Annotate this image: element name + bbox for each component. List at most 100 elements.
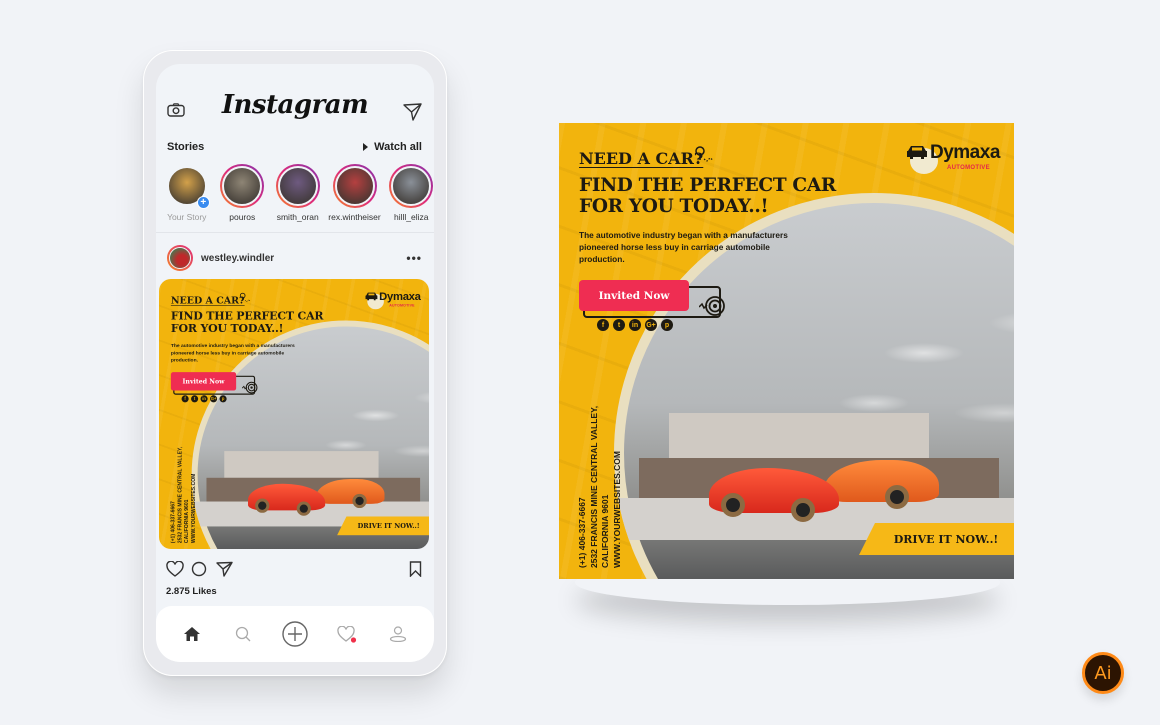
- description: The automotive industry began with a man…: [170, 342, 295, 363]
- story-name: smith_oran: [276, 212, 319, 222]
- story-name: pouros: [229, 212, 256, 222]
- app-logo: Instagram: [221, 90, 369, 120]
- headline: FIND THE PERFECT CAR FOR YOU TODAY..!: [170, 310, 324, 335]
- more-options-icon[interactable]: •••: [406, 251, 422, 265]
- story-name: rex.wintheiser: [328, 212, 381, 222]
- divider: [156, 232, 434, 233]
- share-icon[interactable]: [216, 561, 233, 577]
- target-icon: [242, 381, 258, 394]
- wheel: [352, 493, 367, 509]
- wheel: [255, 498, 270, 513]
- story-item[interactable]: rex.wintheiser: [328, 164, 381, 222]
- tab-profile[interactable]: [385, 621, 411, 647]
- location-pin-icon: [239, 292, 251, 303]
- contact-phone: (+1) 406-337-6667: [577, 497, 587, 568]
- drive-it-now-banner: DRIVE IT NOW..!: [337, 516, 429, 536]
- add-icon: [282, 621, 308, 647]
- social-icon[interactable]: f: [597, 319, 609, 331]
- headline-line-2: FOR YOU TODAY..!: [579, 196, 769, 217]
- story-name: hilll_eliza: [394, 212, 429, 222]
- social-post-design: NEED A CAR? FIND THE PERFECT CAR FOR YOU…: [559, 123, 1014, 579]
- headline: FIND THE PERFECT CAR FOR YOU TODAY..!: [579, 175, 836, 217]
- post-actions: [166, 560, 422, 578]
- orange-car: [316, 478, 385, 504]
- bookmark-icon[interactable]: [409, 561, 422, 577]
- headline-line-1: FIND THE PERFECT CAR: [579, 175, 836, 196]
- need-a-car-heading: NEED A CAR?: [579, 149, 704, 168]
- social-icon[interactable]: G+: [210, 395, 218, 403]
- stories-header: Stories Watch all: [167, 141, 422, 153]
- stories-row: + Your Story pouros smith_oran rex.wintheise…: [164, 164, 434, 222]
- brand-subtitle: AUTOMOTIVE: [389, 303, 415, 308]
- play-icon: [363, 143, 369, 151]
- contact-address-line2: CALIFORNIA 9601: [183, 499, 190, 544]
- brand-name: Dymaxa: [379, 290, 421, 303]
- invited-now-button[interactable]: Invited Now: [170, 372, 237, 391]
- contact-website: WWW.YOURWEBSITES.COM: [611, 451, 622, 568]
- social-icons: f t in G+ p: [597, 319, 673, 331]
- story-ring: [332, 164, 377, 208]
- illustrator-badge: Ai: [1082, 652, 1124, 694]
- likes-count: 2.875 Likes: [166, 586, 217, 597]
- story-item[interactable]: hilll_eliza: [389, 164, 435, 222]
- wheel: [791, 498, 815, 522]
- building: [224, 451, 379, 478]
- story-item[interactable]: smith_oran: [275, 164, 321, 222]
- story-avatar: [277, 166, 318, 206]
- brand-logo: Dymaxa AUTOMOTIVE: [904, 139, 1004, 174]
- social-icon[interactable]: t: [613, 319, 625, 331]
- wheel: [721, 493, 745, 517]
- story-item[interactable]: + Your Story: [164, 164, 210, 222]
- post-header: westley.windler •••: [167, 244, 422, 272]
- social-icon[interactable]: p: [219, 395, 227, 403]
- social-icon[interactable]: f: [181, 395, 189, 403]
- like-icon[interactable]: [166, 561, 184, 577]
- invited-now-button[interactable]: Invited Now: [579, 280, 689, 311]
- social-icon[interactable]: p: [661, 319, 673, 331]
- wheel: [296, 501, 311, 516]
- post-avatar[interactable]: [167, 245, 193, 271]
- tab-new-post[interactable]: [282, 621, 308, 647]
- brand-name: Dymaxa: [930, 142, 1000, 163]
- stories-label: Stories: [167, 141, 205, 153]
- building: [669, 413, 929, 458]
- tab-search[interactable]: [230, 621, 256, 647]
- description: The automotive industry began with a man…: [579, 230, 788, 264]
- story-avatar: [391, 166, 432, 206]
- direct-message-icon[interactable]: [403, 103, 422, 121]
- profile-icon: [390, 626, 407, 642]
- contact-address: 2532 FRANCIS MINE CENTRAL VALLEY,: [588, 405, 599, 568]
- story-item[interactable]: pouros: [220, 164, 266, 222]
- drive-it-now-banner: DRIVE IT NOW..!: [859, 523, 1014, 555]
- social-icon[interactable]: in: [629, 319, 641, 331]
- watch-all-button[interactable]: Watch all: [363, 141, 422, 153]
- tab-home[interactable]: [179, 621, 205, 647]
- social-icon[interactable]: t: [191, 395, 199, 403]
- search-icon: [236, 626, 251, 642]
- comment-icon[interactable]: [191, 561, 207, 577]
- story-ring: [389, 164, 434, 208]
- brand-subtitle: AUTOMOTIVE: [947, 165, 990, 171]
- car-icon: [907, 146, 927, 159]
- post-username[interactable]: westley.windler: [201, 253, 274, 264]
- tab-activity[interactable]: [334, 621, 360, 647]
- car-icon: [365, 292, 378, 301]
- contact-info: (+1) 406-337-6667 2532 FRANCIS MINE CENT…: [577, 406, 623, 568]
- contact-info: (+1) 406-337-6667 2532 FRANCIS MINE CENT…: [170, 447, 197, 543]
- need-a-car-heading: NEED A CAR?: [170, 294, 245, 306]
- contact-address-line2: CALIFORNIA 9601: [600, 494, 610, 568]
- heart-icon: [336, 625, 356, 643]
- social-icons: f t in G+ p: [181, 395, 227, 403]
- brand-logo: Dymaxa AUTOMOTIVE: [364, 288, 423, 310]
- watch-all-label: Watch all: [374, 141, 422, 153]
- social-icon[interactable]: G+: [645, 319, 657, 331]
- target-icon: [699, 296, 725, 316]
- post-image[interactable]: NEED A CAR? FIND THE PERFECT CAR FOR YOU…: [159, 279, 429, 549]
- headline-line-2: FOR YOU TODAY..!: [170, 322, 284, 335]
- story-ring: +: [165, 164, 210, 209]
- post-design-mini: NEED A CAR? FIND THE PERFECT CAR FOR YOU…: [159, 279, 429, 549]
- social-icon[interactable]: in: [200, 395, 208, 403]
- story-avatar: [222, 166, 263, 206]
- add-story-icon[interactable]: +: [196, 196, 210, 209]
- story-avatar: [334, 166, 375, 206]
